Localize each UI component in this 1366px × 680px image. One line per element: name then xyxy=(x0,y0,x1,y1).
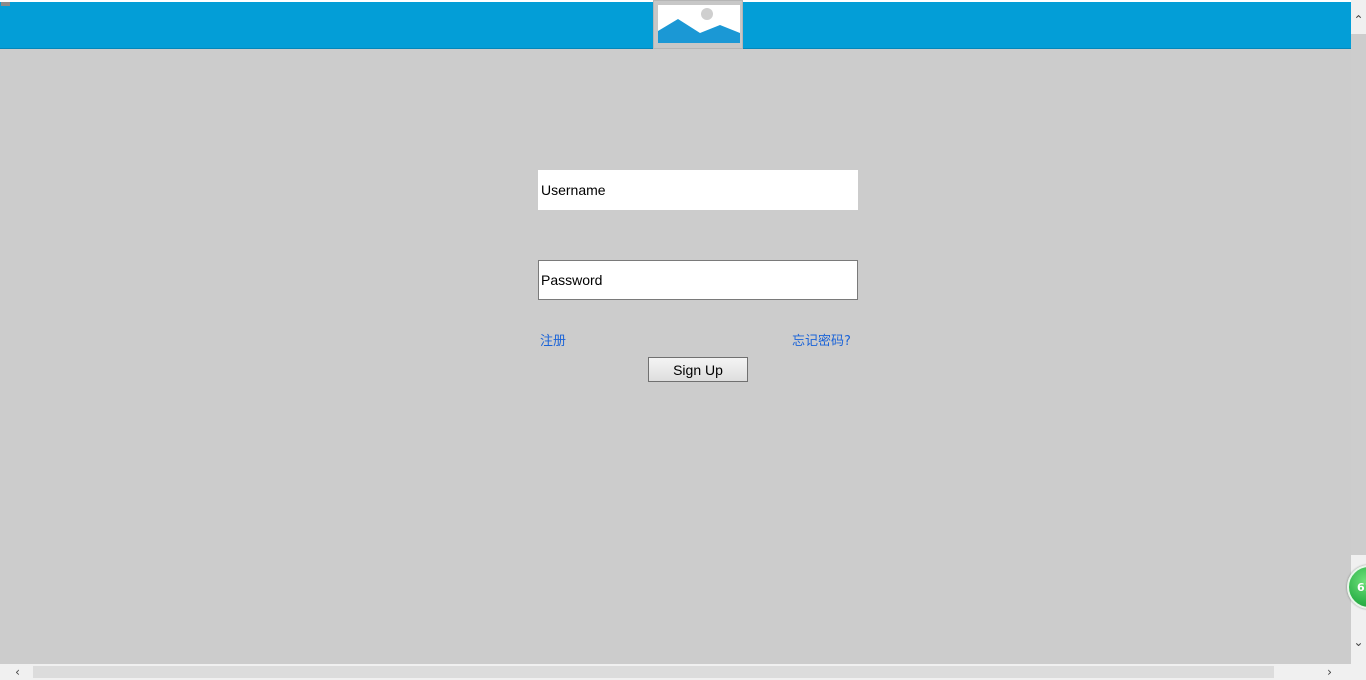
login-page: 注册 忘记密码? Sign Up ⌃ ⌄ ‹ › 61 xyxy=(0,0,1366,680)
vertical-scrollbar[interactable]: ⌃ ⌄ xyxy=(1351,0,1366,664)
logo-placeholder xyxy=(653,0,743,49)
scroll-up-icon[interactable]: ⌃ xyxy=(1351,14,1366,26)
horizontal-scroll-thumb[interactable] xyxy=(33,666,1274,678)
image-placeholder-icon xyxy=(658,5,740,43)
floating-widget-text: 61 xyxy=(1357,581,1366,594)
username-input[interactable] xyxy=(538,170,858,210)
sign-up-button[interactable]: Sign Up xyxy=(648,357,748,382)
corner-mark xyxy=(1,2,10,6)
scroll-down-icon[interactable]: ⌄ xyxy=(1351,636,1366,648)
floating-widget-button[interactable]: 61 xyxy=(1347,565,1366,609)
vertical-scroll-thumb[interactable] xyxy=(1351,34,1366,555)
forgot-password-link[interactable]: 忘记密码? xyxy=(792,330,851,349)
register-link[interactable]: 注册 xyxy=(540,330,566,349)
scroll-right-icon[interactable]: › xyxy=(1322,666,1337,678)
scroll-left-icon[interactable]: ‹ xyxy=(10,666,25,678)
password-input[interactable] xyxy=(538,260,858,300)
horizontal-scrollbar[interactable]: ‹ › xyxy=(0,664,1351,680)
scrollbar-corner xyxy=(1351,664,1366,680)
